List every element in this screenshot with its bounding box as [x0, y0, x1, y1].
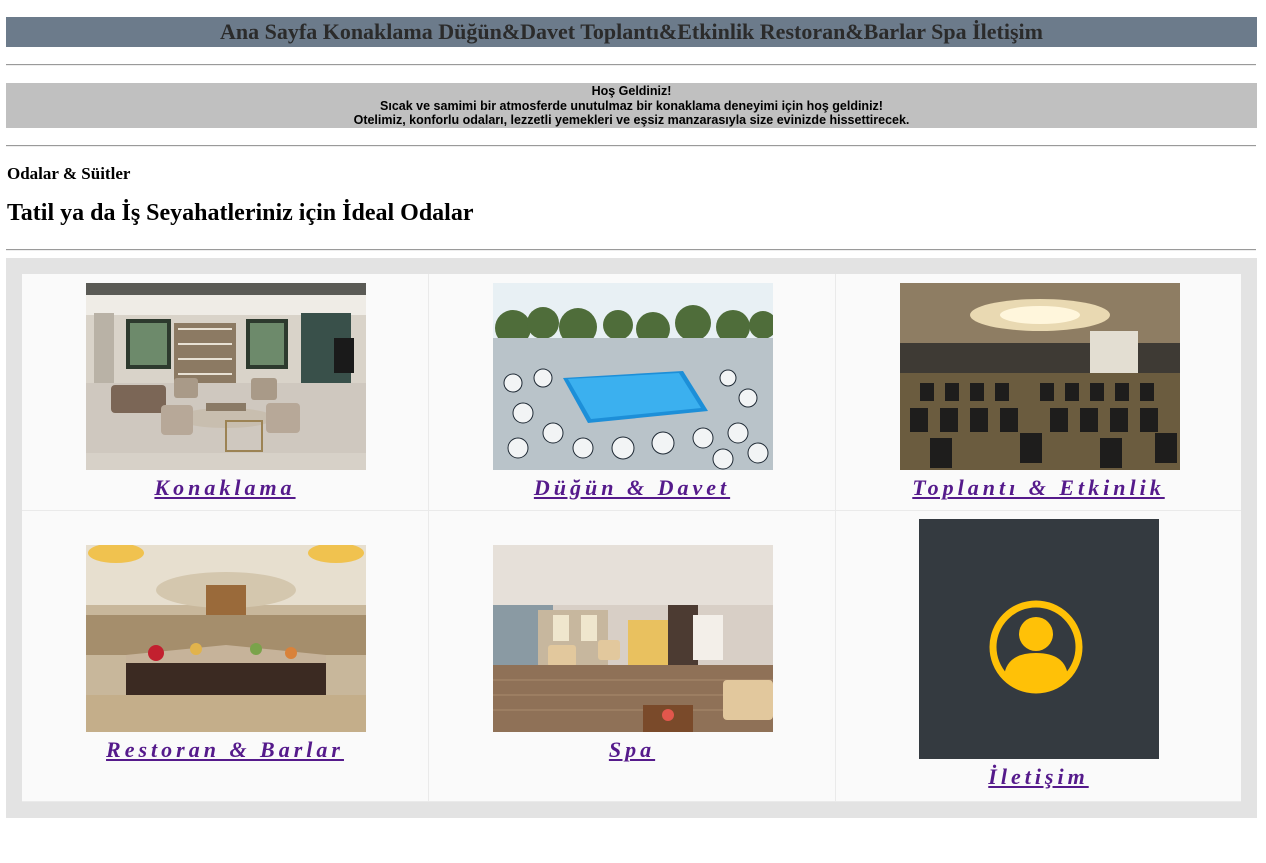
user-avatar-icon[interactable]: [919, 519, 1159, 759]
card-iletisim: İletişim: [836, 511, 1241, 801]
card-toplanti-etkinlik: Toplantı & Etkinlik: [836, 274, 1241, 510]
card-dugun-davet: Düğün & Davet: [429, 274, 835, 510]
divider: [6, 64, 1256, 66]
nav-dugun-davet[interactable]: Düğün&Davet: [438, 19, 575, 44]
link-spa[interactable]: Spa: [429, 737, 835, 763]
welcome-line-2: Otelimiz, konforlu odaları, lezzetli yem…: [353, 113, 910, 127]
nav-iletisim[interactable]: İletişim: [972, 19, 1043, 44]
card-spa: Spa: [429, 511, 835, 801]
link-iletisim[interactable]: İletişim: [836, 764, 1241, 790]
section-subtitle: Odalar & Süitler: [7, 164, 131, 183]
welcome-title: Hoş Geldiniz!: [591, 84, 672, 98]
nav-ana-sayfa[interactable]: Ana Sayfa: [220, 19, 317, 44]
nav-spa[interactable]: Spa: [931, 19, 966, 44]
nav-konaklama[interactable]: Konaklama: [323, 19, 433, 44]
divider: [6, 145, 1256, 147]
card-konaklama: Konaklama: [22, 274, 428, 510]
top-navbar: Ana Sayfa Konaklama Düğün&Davet Toplantı…: [6, 17, 1257, 47]
services-grid-container: Konaklama Düğün & Davet Toplantı & Etkin…: [6, 258, 1257, 818]
divider: [6, 249, 1256, 251]
lobby-lounge-photo[interactable]: [86, 283, 366, 470]
link-konaklama[interactable]: Konaklama: [22, 475, 428, 501]
poolside-banquet-photo[interactable]: [493, 283, 773, 470]
section-title: Tatil ya da İş Seyahatleriniz için İdeal…: [7, 200, 474, 226]
restaurant-buffet-photo[interactable]: [86, 545, 366, 732]
link-restoran-barlar[interactable]: Restoran & Barlar: [22, 737, 428, 763]
services-grid: Konaklama Düğün & Davet Toplantı & Etkin…: [22, 274, 1241, 802]
conference-hall-photo[interactable]: [900, 283, 1180, 470]
nav-restoran-barlar[interactable]: Restoran&Barlar: [760, 19, 926, 44]
spa-reception-photo[interactable]: [493, 545, 773, 732]
link-toplanti-etkinlik[interactable]: Toplantı & Etkinlik: [836, 475, 1241, 501]
link-dugun-davet[interactable]: Düğün & Davet: [429, 475, 835, 501]
nav-toplanti-etkinlik[interactable]: Toplantı&Etkinlik: [580, 19, 754, 44]
welcome-line-1: Sıcak ve samimi bir atmosferde unutulmaz…: [380, 98, 883, 113]
card-restoran-barlar: Restoran & Barlar: [22, 511, 428, 801]
welcome-banner: Hoş Geldiniz! Sıcak ve samimi bir atmosf…: [6, 83, 1257, 128]
